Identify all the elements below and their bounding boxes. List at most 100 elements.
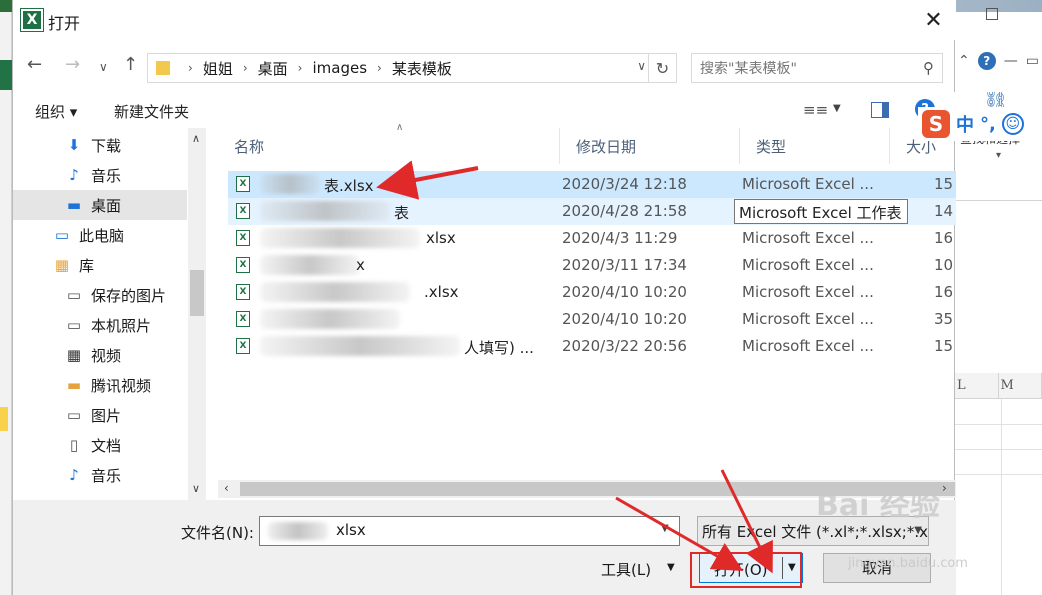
sogou-logo-icon[interactable]: S [922, 110, 950, 138]
file-size: 10 [934, 256, 954, 274]
redacted-name [260, 228, 420, 248]
organize-button[interactable]: 组织 ▾ [35, 101, 77, 122]
file-size: 14 [934, 202, 954, 220]
sidebar-item-documents[interactable]: ▯ 文档 [13, 430, 187, 460]
grid-line [955, 424, 1042, 425]
sidebar-item-label: 腾讯视频 [91, 376, 152, 395]
chevron-right-icon[interactable]: › [188, 61, 193, 75]
minimize-icon[interactable]: — [1004, 53, 1018, 69]
find-select-dropdown-icon[interactable]: ▾ [996, 150, 1001, 161]
address-bar[interactable]: › 姐姐 › 桌面 › images › 某表模板 ∨ ↻ [147, 53, 677, 83]
sidebar-item-library[interactable]: ▦ 库 [13, 250, 187, 280]
grid-line [955, 449, 1042, 450]
excel-left-edge [0, 12, 12, 595]
sidebar-item-this-pc[interactable]: ▭ 此电脑 [13, 220, 187, 250]
file-row[interactable]: X xlsx 2020/4/3 11:29 Microsoft Excel ..… [228, 225, 956, 252]
file-type: Microsoft Excel ... [742, 175, 874, 193]
restore-icon[interactable]: ▭ [1026, 53, 1039, 69]
excel-file-icon: X [236, 284, 250, 300]
sidebar-item-network[interactable]: ▭ [13, 490, 187, 500]
excel-file-icon: X [236, 338, 250, 354]
search-icon[interactable]: ⚲ [923, 59, 934, 77]
column-header-l[interactable]: L [955, 373, 999, 398]
sidebar-item-label: 库 [79, 256, 95, 275]
file-type: Microsoft Excel ... [742, 283, 874, 301]
chevron-right-icon[interactable]: › [243, 61, 248, 75]
filename-input[interactable]: xlsx [259, 516, 680, 546]
chevron-down-icon[interactable]: ∨ [637, 59, 646, 73]
excel-file-icon: X [236, 257, 250, 273]
up-folder-button[interactable]: ↑ [123, 54, 138, 75]
preview-pane-icon[interactable] [871, 102, 889, 118]
emoji-icon[interactable]: ☺ [1001, 113, 1024, 135]
scroll-left-icon[interactable]: ‹ [224, 481, 229, 495]
back-button[interactable]: ← [27, 54, 42, 75]
sidebar-item-music[interactable]: ♪ 音乐 [13, 160, 187, 190]
desktop-icon: ▬ [66, 196, 82, 214]
chevron-right-icon[interactable]: › [298, 61, 303, 75]
file-list: ∧ 名称 修改日期 类型 大小 X 表.xlsx 2020/3/24 12:18… [218, 122, 956, 478]
breadcrumb-item[interactable]: images [312, 59, 367, 77]
sidebar-item-desktop[interactable]: ▬ 桌面 [13, 190, 187, 220]
forward-button[interactable]: → [65, 54, 80, 75]
column-header-m[interactable]: M [999, 373, 1042, 398]
library-icon: ▦ [54, 256, 70, 274]
ime-punctuation[interactable]: °, [980, 114, 996, 135]
command-toolbar: 组织 ▾ 新建文件夹 ≡≡ ▼ ? [13, 92, 956, 128]
baidu-watermark-url: jingyan.baidu.com [848, 556, 968, 571]
breadcrumb-item[interactable]: 桌面 [258, 58, 288, 79]
column-header-type[interactable]: 类型 [740, 128, 890, 164]
view-options-icon[interactable]: ≡≡ [803, 101, 828, 119]
file-row[interactable]: X 2020/4/10 10:20 Microsoft Excel ... 35 [228, 306, 956, 333]
excel-file-icon: X [236, 176, 250, 192]
redacted-name [260, 309, 400, 329]
excel-file-icon: X [236, 311, 250, 327]
sidebar-scrollbar[interactable]: ∧ ∨ [188, 128, 206, 500]
chevron-right-icon[interactable]: › [377, 61, 382, 75]
recent-locations-button[interactable]: ∨ [99, 60, 108, 74]
video-icon: ▦ [66, 346, 82, 364]
sidebar-item-videos[interactable]: ▦ 视频 [13, 340, 187, 370]
sidebar-item-label: 图片 [91, 406, 122, 425]
file-row[interactable]: X .xlsx 2020/4/10 10:20 Microsoft Excel … [228, 279, 956, 306]
sidebar-item-downloads[interactable]: ⬇ 下载 [13, 130, 187, 160]
tools-dropdown-icon[interactable]: ▼ [667, 562, 675, 573]
scroll-down-icon[interactable]: ∨ [192, 482, 200, 495]
excel-maximize-button[interactable] [986, 8, 998, 20]
new-folder-button[interactable]: 新建文件夹 [114, 101, 189, 122]
scroll-right-icon[interactable]: › [942, 481, 947, 495]
search-input[interactable]: 搜索"某表模板" ⚲ [691, 53, 943, 83]
sidebar-item-label: 音乐 [91, 166, 122, 185]
view-dropdown-icon[interactable]: ▼ [833, 103, 841, 114]
file-date: 2020/4/10 10:20 [562, 283, 687, 301]
redacted-name [260, 201, 390, 221]
column-header-name[interactable]: 名称 [218, 128, 560, 164]
file-row[interactable]: X 人填写) ... 2020/3/22 20:56 Microsoft Exc… [228, 333, 956, 360]
excel-help-icon[interactable]: ? [977, 52, 996, 70]
file-row[interactable]: X 表.xlsx 2020/3/24 12:18 Microsoft Excel… [228, 171, 956, 198]
scrollbar-thumb[interactable] [190, 270, 204, 316]
open-file-dialog: X 打开 ✕ ← → ∨ ↑ › 姐姐 › 桌面 › images › 某表模板… [12, 0, 956, 595]
breadcrumb-item[interactable]: 某表模板 [392, 58, 452, 79]
column-header-date[interactable]: 修改日期 [560, 128, 740, 164]
excel-yellow-marker [0, 407, 8, 431]
ime-mode-chinese[interactable]: 中 [956, 111, 974, 137]
sidebar-item-tencent-video[interactable]: ▬ 腾讯视频 [13, 370, 187, 400]
scroll-up-icon[interactable]: ∧ [192, 132, 200, 145]
file-size: 15 [934, 337, 954, 355]
file-row[interactable]: X x 2020/3/11 17:34 Microsoft Excel ... … [228, 252, 956, 279]
ribbon-collapse-icon[interactable]: ⌃ [958, 53, 970, 69]
chevron-down-icon[interactable]: ▼ [914, 525, 922, 536]
tools-button[interactable]: 工具(L) [601, 559, 651, 580]
sidebar-item-saved-pictures[interactable]: ▭ 保存的图片 [13, 280, 187, 310]
sidebar-item-pictures[interactable]: ▭ 图片 [13, 400, 187, 430]
file-date: 2020/3/22 20:56 [562, 337, 687, 355]
refresh-button[interactable]: ↻ [648, 54, 676, 82]
sidebar-item-camera-roll[interactable]: ▭ 本机照片 [13, 310, 187, 340]
filename-label: 文件名(N): [181, 524, 254, 542]
excel-app-icon: X [20, 8, 44, 32]
breadcrumb-item[interactable]: 姐姐 [203, 58, 233, 79]
close-button[interactable]: ✕ [911, 4, 956, 36]
filename-dropdown-icon[interactable]: ▼ [661, 523, 669, 534]
sidebar-item-music-2[interactable]: ♪ 音乐 [13, 460, 187, 490]
